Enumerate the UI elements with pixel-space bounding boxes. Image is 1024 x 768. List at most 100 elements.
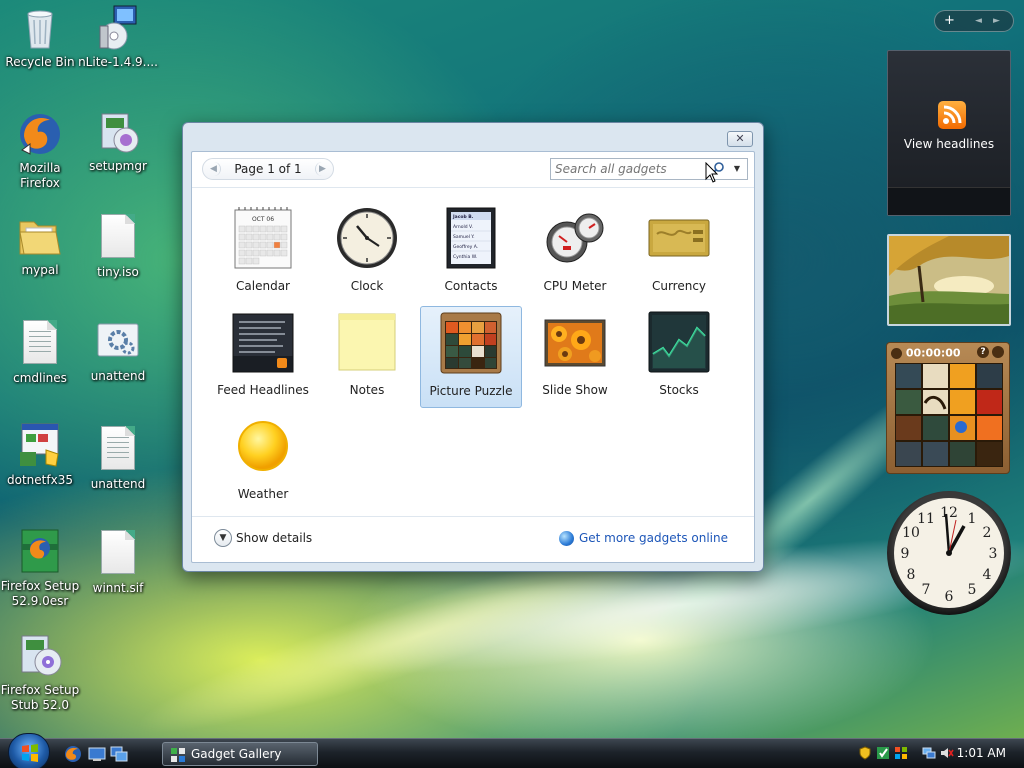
gadget-name: Weather (237, 487, 289, 501)
taskbar-item-label: Gadget Gallery (191, 747, 282, 761)
puzzle-show-picture-icon[interactable] (992, 346, 1004, 358)
firefox-icon (16, 110, 64, 158)
desktop-icon-firefox-setup-esr[interactable]: Firefox Setup 52.9.0esr (0, 528, 80, 609)
timer-clock-icon (891, 347, 902, 359)
pager: ◀ Page 1 of 1 ▶ (202, 158, 334, 180)
currency-icon (647, 206, 711, 270)
gadget-gallery-window[interactable]: ✕ ◀ Page 1 of 1 ▶ ▼ (182, 122, 764, 572)
view-headlines-label[interactable]: View headlines (888, 137, 1010, 151)
show-details-toggle[interactable]: ▼ Show details (214, 529, 312, 549)
search-input[interactable] (555, 161, 695, 177)
next-gadgets-icon[interactable]: ► (993, 13, 1000, 29)
svg-text:4: 4 (983, 567, 992, 583)
clock-time[interactable]: 1:01 AM (957, 746, 1006, 760)
volume-muted-icon[interactable] (940, 746, 954, 760)
windows-update-icon[interactable] (894, 746, 908, 760)
svg-text:2: 2 (983, 525, 992, 541)
gadget-name: Currency (651, 279, 707, 293)
desktop-icon-tiny-iso[interactable]: tiny.iso (78, 212, 158, 280)
system-tray: 1:01 AM (852, 742, 1020, 766)
puzzle-help-icon[interactable]: ? (977, 346, 989, 358)
clock-icon (335, 206, 399, 270)
desktop-icon-unattend-settings[interactable]: unattend (78, 318, 158, 384)
desktop-icon-recycle-bin[interactable]: Recycle Bin (0, 4, 80, 70)
gadget-tile-feed-headlines[interactable]: Feed Headlines (212, 306, 314, 408)
desktop-icon-unattend-text[interactable]: unattend (78, 424, 158, 492)
svg-text:8: 8 (907, 567, 916, 583)
gadget-name: Clock (350, 279, 384, 293)
sidebar-controls: + ◄ ► (934, 10, 1014, 32)
contact-entry: Jacob B. (452, 214, 474, 220)
setup-disc-icon (16, 632, 64, 680)
start-button[interactable] (8, 733, 50, 768)
calendar-month: OCT 06 (252, 216, 274, 223)
gadget-name: Contacts (444, 279, 498, 293)
get-more-gadgets-link[interactable]: Get more gadgets online (558, 531, 728, 546)
switch-windows-icon[interactable] (110, 745, 128, 763)
svg-text:1: 1 (968, 511, 977, 527)
show-desktop-icon[interactable] (88, 745, 106, 763)
previous-page-icon[interactable]: ◀ (207, 162, 221, 176)
gadget-tile-picture-puzzle[interactable]: Picture Puzzle (420, 306, 522, 408)
desktop-icon-dotnetfx35[interactable]: dotnetfx35 (0, 422, 80, 488)
desktop-icon-label: mypal (21, 263, 59, 277)
desktop-icon-nlite[interactable]: nLite-1.4.9.... (78, 4, 158, 70)
gallery-toolbar: ◀ Page 1 of 1 ▶ ▼ (192, 152, 754, 188)
gallery-footer: ▼ Show details Get more gadgets online (192, 516, 754, 562)
gadget-tile-notes[interactable]: Notes (316, 306, 418, 408)
puzzle-board[interactable] (894, 362, 1004, 468)
mouse-cursor-icon (705, 162, 719, 183)
gadget-tile-contacts[interactable]: Jacob B. Arnold V. Samuel Y. Geoffrey A.… (420, 202, 522, 304)
slide-show-gadget[interactable] (887, 234, 1011, 326)
nlite-installer-icon (94, 4, 142, 52)
feed-headlines-gadget[interactable]: View headlines (887, 50, 1011, 216)
clock-gadget[interactable]: 12 1 2 345 678 9 10 11 (886, 490, 1012, 616)
gadget-tile-currency[interactable]: Currency (628, 202, 730, 304)
gadget-tile-calendar[interactable]: OCT 06 Calendar (212, 202, 314, 304)
text-file-icon (94, 426, 142, 474)
svg-text:12: 12 (940, 505, 958, 521)
rss-icon (938, 101, 966, 129)
gadget-tile-stocks[interactable]: Stocks (628, 306, 730, 408)
svg-text:3: 3 (989, 546, 998, 562)
contact-entry: Geoffrey A. (453, 244, 478, 250)
desktop-icon-firefox-setup-stub[interactable]: Firefox Setup Stub 52.0 (0, 632, 80, 713)
chevron-down-icon[interactable]: ▼ (730, 162, 744, 176)
close-button[interactable]: ✕ (727, 131, 753, 147)
contact-entry: Samuel Y. (453, 234, 475, 240)
settings-file-icon (94, 318, 142, 366)
puzzle-timer: 00:00:00 (905, 346, 961, 360)
stocks-icon (647, 310, 711, 374)
gadget-name: CPU Meter (543, 279, 607, 293)
globe-icon (558, 531, 574, 546)
desktop-icon-setupmgr[interactable]: setupmgr (78, 108, 158, 174)
gadget-tile-clock[interactable]: Clock (316, 202, 418, 304)
desktop-icon-firefox[interactable]: Mozilla Firefox (0, 110, 80, 191)
desktop-icon-winnt-sif[interactable]: winnt.sif (78, 528, 158, 596)
folder-icon (16, 212, 64, 260)
desktop-icon-cmdlines[interactable]: cmdlines (0, 318, 80, 386)
windows-defender-icon[interactable] (876, 746, 890, 760)
text-file-icon (16, 320, 64, 368)
gadget-tile-weather[interactable]: Weather (212, 410, 314, 512)
taskbar-item-gadget-gallery[interactable]: Gadget Gallery (162, 742, 318, 766)
add-gadget-icon[interactable]: + (944, 13, 955, 29)
gadget-tile-slide-show[interactable]: Slide Show (524, 306, 626, 408)
desktop-icon-label: tiny.iso (97, 265, 139, 279)
previous-gadgets-icon[interactable]: ◄ (975, 13, 982, 29)
file-icon (94, 214, 142, 262)
notes-icon (335, 310, 399, 374)
svg-text:9: 9 (901, 546, 910, 562)
taskbar: Gadget Gallery 1:01 AM (0, 733, 1024, 768)
firefox-quicklaunch-icon[interactable] (64, 745, 82, 763)
security-shield-icon[interactable] (858, 746, 872, 760)
desktop-icon-mypal[interactable]: mypal (0, 212, 80, 278)
desktop-icon-label: Recycle Bin (5, 55, 75, 69)
chevron-down-icon[interactable]: ▼ (214, 529, 232, 547)
gadget-tile-cpu-meter[interactable]: CPU Meter (524, 202, 626, 304)
feed-footer (888, 187, 1010, 215)
picture-puzzle-gadget[interactable]: 00:00:00 ? (886, 342, 1010, 474)
next-page-icon[interactable]: ▶ (315, 162, 329, 176)
network-icon[interactable] (922, 746, 936, 760)
desktop-icon-label: nLite-1.4.9.... (78, 55, 158, 69)
